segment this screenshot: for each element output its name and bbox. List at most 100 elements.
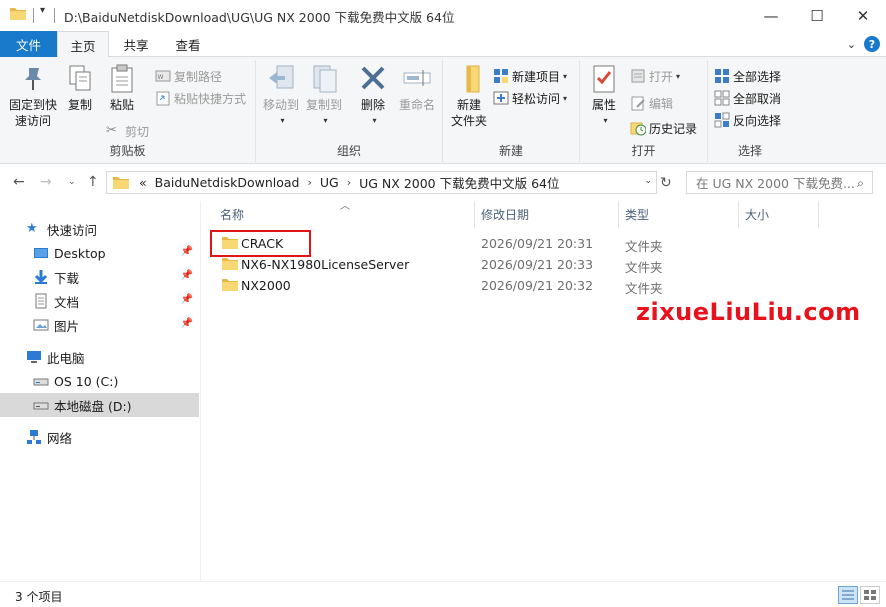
refresh-icon[interactable]: ↻: [660, 175, 672, 191]
file-list: ︿ 名称 修改日期 类型 大小 CRACK 2026/09/21 20:31 文…: [203, 201, 886, 581]
tab-home[interactable]: 主页: [57, 31, 109, 58]
breadcrumb-item[interactable]: UG NX 2000 下载免费中文版 64位: [359, 173, 559, 192]
help-icon[interactable]: ?: [864, 36, 880, 52]
open-button[interactable]: 打开 ▾: [630, 66, 680, 86]
address-bar[interactable]: « BaiduNetdiskDownload › UG › UG NX 2000…: [106, 171, 657, 194]
pin-icon[interactable]: 📌: [181, 294, 193, 305]
new-item-button[interactable]: 新建项目 ▾: [493, 66, 567, 86]
open-group: 属性 ▾ 打开 ▾ 编辑 历史记录 打开: [580, 60, 708, 162]
sidebar-label: 此电脑: [47, 350, 85, 366]
paste-shortcut-button[interactable]: 粘贴快捷方式: [155, 88, 246, 108]
dropdown-icon: ▾: [676, 71, 681, 81]
invert-selection-label: 反向选择: [733, 113, 782, 128]
forward-arrow-icon[interactable]: →: [40, 174, 52, 190]
move-to-button[interactable]: 移动到 ▾: [260, 62, 302, 129]
search-icon: ⌕: [856, 174, 864, 190]
separator: [33, 8, 34, 23]
select-group-label: 选择: [737, 144, 762, 158]
computer-icon: [26, 349, 42, 365]
dropdown-icon: ▾: [372, 116, 377, 125]
copy-button[interactable]: 复制: [62, 62, 98, 113]
select-all-button[interactable]: 全部选择: [714, 66, 781, 86]
breadcrumb-item[interactable]: BaiduNetdiskDownload: [155, 175, 300, 190]
sidebar-item-documents[interactable]: 文档 📌: [0, 289, 199, 313]
maximize-button[interactable]: ☐: [794, 0, 840, 31]
pin-icon[interactable]: 📌: [181, 318, 193, 329]
quick-access-dropdown-icon[interactable]: ▾: [40, 5, 45, 16]
column-header-type[interactable]: 类型: [619, 201, 739, 228]
sidebar-item-downloads[interactable]: 下载 📌: [0, 265, 199, 289]
address-dropdown-icon[interactable]: ⌄: [644, 176, 652, 186]
folder-icon: [113, 176, 129, 189]
new-folder-label-1: 新建: [456, 98, 481, 112]
cut-button[interactable]: ✂ 剪切: [106, 121, 149, 141]
up-arrow-icon[interactable]: ↑: [87, 174, 99, 190]
tab-share[interactable]: 共享: [111, 31, 161, 57]
sidebar-item-quick-access[interactable]: ★ 快速访问: [0, 217, 199, 241]
folder-icon: [222, 258, 238, 270]
sidebar-item-drive-c[interactable]: OS 10 (C:): [0, 369, 199, 393]
copy-path-button[interactable]: W 复制路径: [155, 66, 222, 86]
expand-ribbon-icon[interactable]: ⌄: [847, 38, 856, 51]
new-folder-label-2: 文件夹: [450, 114, 487, 128]
new-item-label: 新建项目: [512, 69, 561, 84]
breadcrumb-item[interactable]: UG: [320, 175, 339, 190]
new-folder-button[interactable]: 新建 文件夹: [447, 62, 491, 129]
invert-selection-button[interactable]: 反向选择: [714, 110, 781, 130]
desktop-icon: [33, 245, 49, 261]
navigation-pane: ★ 快速访问 Desktop 📌 下载 📌 文档 📌 图片 📌 此电脑 OS 1…: [0, 201, 201, 581]
drive-icon: [33, 373, 49, 389]
edit-button[interactable]: 编辑: [630, 93, 673, 113]
breadcrumb-separator-icon[interactable]: ›: [307, 176, 311, 189]
column-header-name[interactable]: 名称: [214, 201, 475, 228]
search-input[interactable]: 在 UG NX 2000 下载免费... ⌕: [686, 171, 873, 194]
copy-path-icon: W: [155, 68, 171, 84]
easy-access-button[interactable]: 轻松访问 ▾: [493, 88, 567, 108]
clipboard-group: 固定到快 速访问 复制 粘贴 W 复制路径 粘贴快捷方式 ✂ 剪切 剪贴板: [0, 60, 256, 162]
properties-button[interactable]: 属性 ▾: [586, 62, 622, 129]
pin-quick-access-button[interactable]: 固定到快 速访问: [6, 62, 60, 129]
history-button[interactable]: 历史记录: [630, 118, 697, 138]
minimize-button[interactable]: —: [748, 0, 794, 31]
table-row[interactable]: NX2000 2026/09/21 20:32 文件夹: [203, 275, 886, 296]
pin-icon[interactable]: 📌: [181, 270, 193, 281]
window-title: D:\BaiduNetdiskDownload\UG\UG NX 2000 下载…: [64, 10, 455, 25]
select-all-label: 全部选择: [733, 69, 782, 84]
details-view-button[interactable]: [838, 586, 858, 604]
rename-button[interactable]: 重命名: [395, 62, 439, 113]
invert-selection-icon: [714, 112, 730, 128]
rename-label: 重命名: [398, 98, 435, 112]
tab-file[interactable]: 文件: [0, 31, 57, 57]
paste-button[interactable]: 粘贴: [102, 62, 142, 113]
column-header-size[interactable]: 大小: [739, 201, 819, 228]
dropdown-icon: ▾: [563, 93, 568, 103]
ribbon: 固定到快 速访问 复制 粘贴 W 复制路径 粘贴快捷方式 ✂ 剪切 剪贴板 移动…: [0, 57, 886, 164]
sidebar-item-pictures[interactable]: 图片 📌: [0, 313, 199, 337]
back-arrow-icon[interactable]: ←: [13, 174, 25, 190]
recent-locations-icon[interactable]: ⌄: [68, 177, 76, 187]
select-group: 全部选择 全部取消 反向选择 选择: [708, 60, 792, 162]
table-row[interactable]: NX6-NX1980LicenseServer 2026/09/21 20:33…: [203, 254, 886, 275]
copy-to-button[interactable]: 复制到 ▾: [303, 62, 345, 129]
star-icon: ★: [26, 221, 38, 236]
history-icon: [630, 120, 647, 136]
breadcrumb-overflow[interactable]: «: [139, 175, 147, 190]
highlight-annotation: [210, 230, 311, 257]
folder-icon: [222, 279, 238, 291]
sidebar-item-this-pc[interactable]: 此电脑: [0, 345, 199, 369]
sidebar-item-drive-d[interactable]: 本地磁盘 (D:): [0, 393, 199, 417]
pin-icon[interactable]: 📌: [181, 246, 193, 257]
tab-view[interactable]: 查看: [163, 31, 213, 57]
delete-button[interactable]: 删除 ▾: [353, 62, 393, 129]
close-button[interactable]: ✕: [840, 0, 886, 31]
pin-label-1: 固定到快: [8, 98, 57, 112]
breadcrumb-separator-icon[interactable]: ›: [347, 176, 351, 189]
column-header-modified[interactable]: 修改日期: [475, 201, 619, 228]
sidebar-item-network[interactable]: 网络: [0, 425, 199, 449]
large-icons-view-button[interactable]: [860, 586, 880, 604]
status-bar: 3 个项目: [0, 581, 886, 607]
sidebar-item-desktop[interactable]: Desktop 📌: [0, 241, 199, 265]
open-group-label: 打开: [631, 144, 656, 158]
select-none-button[interactable]: 全部取消: [714, 88, 781, 108]
paste-label: 粘贴: [109, 98, 134, 112]
